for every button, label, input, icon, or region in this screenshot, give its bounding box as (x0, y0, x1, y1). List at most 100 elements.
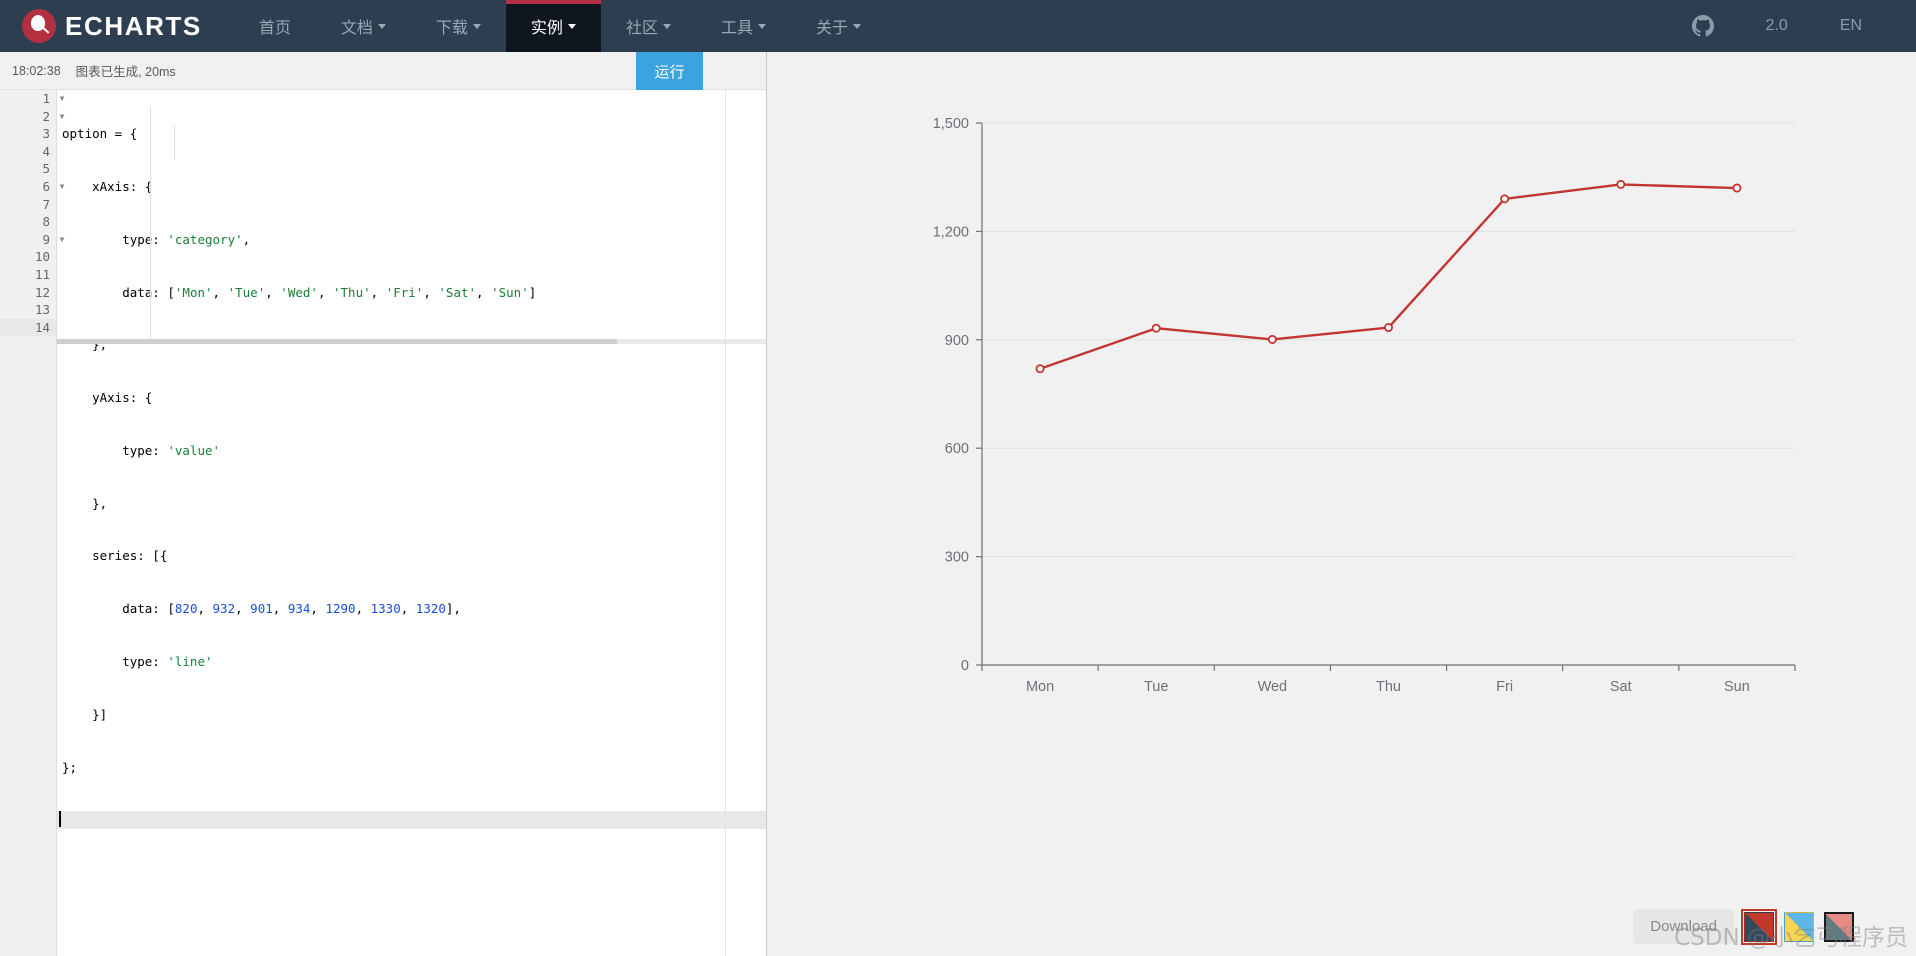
line-number: 2 ▼ (0, 108, 64, 126)
line-number: 5 (0, 160, 56, 178)
chevron-down-icon (757, 23, 766, 29)
nav-item-tools[interactable]: 工具 (696, 0, 791, 52)
editor-print-margin (725, 90, 726, 956)
line-number: 6 ▼ (0, 178, 64, 196)
echarts-logo-icon (22, 9, 56, 43)
nav-item-examples[interactable]: 实例 (505, 0, 601, 52)
data-point (1267, 334, 1277, 344)
line-chart[interactable]: 0 300 600 900 1,200 1,500 Mon Tue Wed Thu Fri Sat Su… (767, 52, 1916, 956)
line-number-label: 3 (42, 126, 50, 142)
code-number-token: 820 (174, 601, 198, 617)
nav-item-label: 工具 (720, 20, 753, 37)
line-number: 11 (0, 266, 56, 284)
line-number-label: 5 (42, 161, 50, 177)
code-line: }; (62, 759, 767, 777)
line-number-label: 4 (42, 143, 50, 159)
text-cursor (59, 811, 61, 828)
code-line: type: 'line' (62, 654, 213, 669)
language-label: EN (1839, 17, 1862, 34)
code-line-active (57, 811, 767, 829)
brand-logo-link[interactable]: ECHARTS (0, 0, 220, 52)
data-point (1732, 183, 1742, 193)
nav-item-label: 下载 (435, 20, 468, 37)
code-text: option = { (62, 126, 138, 142)
top-navbar: ECHARTS 首页 文档 下载 实例 社区 工具 关于 2.0 EN (0, 0, 1916, 52)
x-axis-tick-label: Sat (1610, 679, 1632, 695)
status-timestamp: 18:02:38 (12, 63, 61, 78)
x-axis-tick-label: Wed (1258, 679, 1288, 695)
nav-item-label: 文档 (340, 20, 373, 37)
code-editor[interactable]: 1 ▼ 2 ▼ 3 4 5 6 ▼ 7 8 9 ▼ 10 11 12 13 14… (0, 90, 767, 956)
nav-item-community[interactable]: 社区 (601, 0, 696, 52)
theme-swatch-default[interactable] (1741, 908, 1777, 945)
line-number: 13 (0, 301, 56, 319)
line-number: 10 (0, 248, 56, 266)
line-number-label: 12 (34, 284, 50, 300)
github-icon[interactable] (1666, 15, 1740, 37)
line-number-label: 7 (42, 196, 50, 212)
nav-item-home[interactable]: 首页 (234, 0, 316, 52)
version-label: 2.0 (1765, 17, 1788, 34)
navbar-right-group: 2.0 EN (1666, 0, 1916, 52)
line-number-label: 9 (42, 231, 50, 247)
nav-item-label: 首页 (258, 20, 291, 37)
code-text: xAxis: { (62, 178, 153, 194)
y-axis-tick-label: 0 (961, 658, 969, 674)
code-line: series: [{ (62, 547, 767, 565)
x-axis-tick-label: Thu (1376, 679, 1401, 695)
editor-pane: 18:02:38 图表已生成, 20ms 运行 1 ▼ 2 ▼ 3 4 5 6 (0, 52, 767, 956)
code-line: }, (62, 495, 767, 513)
download-button[interactable]: Download (1633, 909, 1734, 944)
nav-item-label: 关于 (815, 20, 848, 37)
nav-item-about[interactable]: 关于 (791, 0, 886, 52)
nav-item-docs[interactable]: 文档 (316, 0, 411, 52)
y-axis-tick-label: 1,200 (933, 224, 969, 240)
line-number-label: 1 (42, 91, 50, 106)
line-number-label: 13 (34, 302, 50, 318)
data-point (1151, 323, 1161, 333)
indent-guide (150, 107, 151, 339)
code-text: yAxis: { (62, 390, 153, 406)
chevron-down-icon (852, 23, 861, 29)
theme-swatch-light[interactable] (1784, 911, 1814, 942)
x-axis-tick-label: Fri (1496, 679, 1513, 695)
editor-horizontal-scrollbar[interactable] (57, 339, 767, 344)
chart-footer-toolbar: Download (1633, 908, 1854, 945)
code-string-token: 'line' (167, 654, 213, 669)
nav-item-list: 首页 文档 下载 实例 社区 工具 关于 (234, 0, 886, 52)
chevron-down-icon (377, 23, 386, 29)
line-number-label: 10 (34, 249, 50, 265)
status-message: 图表已生成, 20ms (75, 65, 176, 79)
language-selector[interactable]: EN (1814, 17, 1888, 35)
editor-toolbar: 18:02:38 图表已生成, 20ms 运行 (0, 52, 767, 90)
line-number-label: 14 (34, 319, 50, 335)
data-point (1500, 194, 1510, 204)
code-line: data: [820, 932, 901, 934, 1290, 1330, 1… (62, 601, 461, 617)
chevron-down-icon (662, 23, 671, 29)
run-button[interactable]: 运行 (636, 52, 703, 90)
code-line: type: 'value' (62, 442, 221, 458)
code-string-token: 'category' (167, 231, 243, 247)
line-number-label: 8 (42, 214, 50, 230)
nav-item-download[interactable]: 下载 (411, 0, 506, 52)
code-string-token: 'Mon' (174, 284, 213, 300)
code-string-token: 'value' (167, 442, 221, 458)
series-line (1038, 183, 1739, 370)
chevron-down-icon (567, 23, 576, 29)
data-point (1384, 323, 1394, 333)
chart-pane: 0 300 600 900 1,200 1,500 Mon Tue Wed Thu Fri Sat Su… (767, 52, 1916, 956)
code-line: type: 'category', (62, 231, 251, 247)
version-selector[interactable]: 2.0 (1740, 17, 1814, 35)
theme-swatch-dark[interactable] (1824, 911, 1854, 942)
x-axis-tick-label: Sun (1724, 679, 1750, 695)
code-content[interactable]: option = { xAxis: { type: 'category', da… (57, 90, 767, 956)
line-number: 8 (0, 213, 56, 231)
code-line: }] (62, 706, 767, 724)
y-axis-tick-label: 300 (945, 550, 969, 566)
x-axis-tick-label: Tue (1144, 679, 1168, 695)
code-text: }] (62, 706, 108, 722)
line-number-label: 6 (42, 178, 50, 194)
code-line: data: ['Mon', 'Tue', 'Wed', 'Thu', 'Fri'… (62, 284, 537, 300)
x-axis-tick-label: Mon (1026, 679, 1054, 695)
nav-item-label: 实例 (530, 20, 563, 37)
